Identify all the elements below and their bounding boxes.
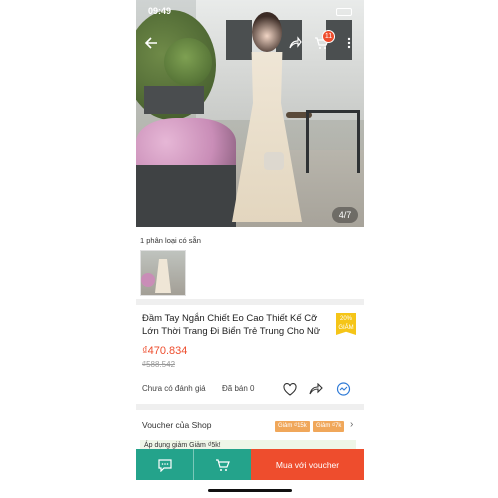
divider bbox=[136, 404, 364, 410]
heart-icon bbox=[283, 382, 297, 396]
product-image[interactable]: 09:49 11 4/7 bbox=[136, 0, 364, 227]
voucher-tag[interactable]: Giảm ₫7k bbox=[313, 421, 345, 432]
cart-count-badge: 11 bbox=[322, 30, 335, 43]
voucher-tag[interactable]: Giảm ₫15k bbox=[275, 421, 310, 432]
voucher-title[interactable]: Voucher của Shop bbox=[142, 420, 211, 430]
image-counter: 4/7 bbox=[332, 207, 358, 223]
price: ₫470.834 bbox=[142, 345, 188, 357]
add-to-cart-button[interactable] bbox=[193, 449, 251, 480]
status-time: 09:49 bbox=[148, 6, 172, 16]
share-icon bbox=[309, 382, 323, 394]
divider bbox=[136, 299, 364, 305]
variant-thumbnail[interactable] bbox=[140, 250, 186, 296]
share-icon bbox=[289, 36, 302, 49]
original-price: ₫588.542 bbox=[142, 360, 176, 369]
home-indicator[interactable] bbox=[208, 489, 292, 492]
buy-with-voucher-button[interactable]: Mua với voucher bbox=[251, 449, 364, 480]
rating-text[interactable]: Chưa có đánh giá bbox=[142, 384, 206, 393]
chat-icon bbox=[157, 458, 172, 472]
add-cart-icon bbox=[215, 458, 230, 471]
like-button[interactable] bbox=[282, 381, 298, 397]
chevron-right-icon[interactable]: › bbox=[350, 419, 353, 430]
back-button[interactable] bbox=[142, 34, 160, 52]
variant-label: 1 phân loại có sẵn bbox=[140, 236, 201, 245]
battery-icon bbox=[336, 8, 352, 16]
chat-button[interactable] bbox=[136, 449, 193, 480]
sold-count: Đã bán 0 bbox=[222, 384, 255, 393]
share-product-button[interactable] bbox=[308, 381, 324, 397]
share-button[interactable] bbox=[286, 34, 304, 52]
more-button[interactable] bbox=[340, 34, 358, 52]
bottom-action-bar: Mua với voucher bbox=[136, 449, 364, 480]
more-vertical-icon bbox=[347, 37, 351, 49]
product-title: Đầm Tay Ngắn Chiết Eo Cao Thiết Kế Cỡ Lớ… bbox=[142, 313, 321, 337]
product-page: 09:49 11 4/7 1 phân loại có sẵn Đầm Tay … bbox=[136, 0, 364, 498]
discount-badge: 20% GIẢM bbox=[336, 313, 356, 335]
arrow-left-icon bbox=[144, 37, 157, 49]
chat-bubble-icon bbox=[336, 381, 350, 396]
chat-product-button[interactable] bbox=[335, 381, 351, 397]
